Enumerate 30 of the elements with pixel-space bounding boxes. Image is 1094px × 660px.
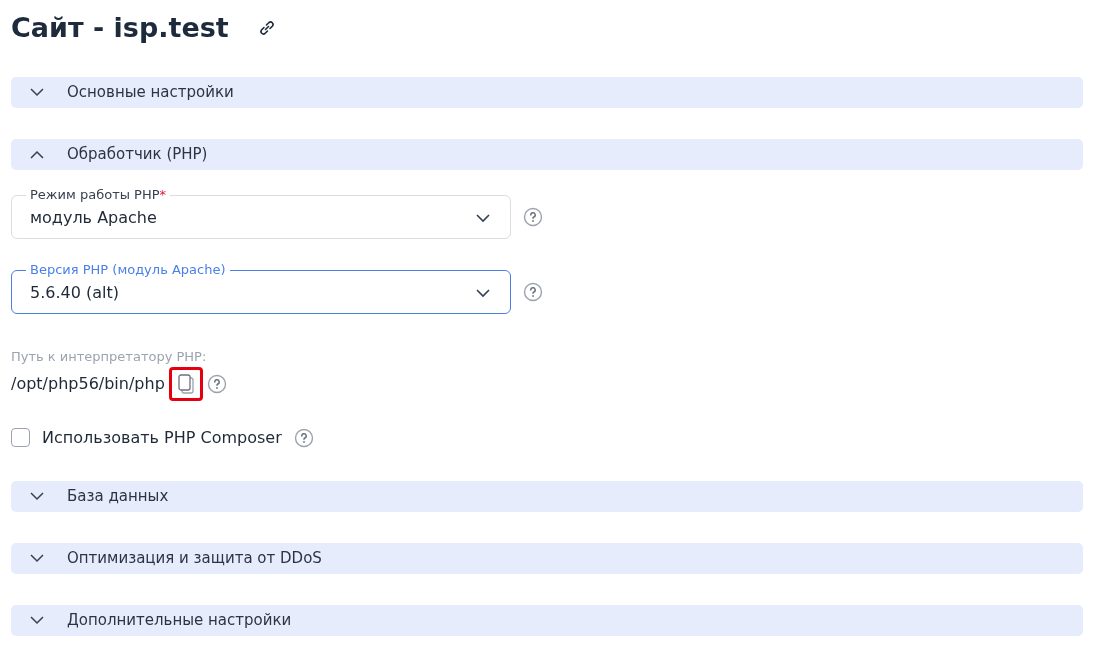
select-value: модуль Apache bbox=[30, 207, 157, 229]
chevron-icon bbox=[30, 88, 44, 97]
copy-button[interactable] bbox=[168, 366, 203, 401]
chevron-icon bbox=[476, 288, 490, 298]
chevron-icon bbox=[30, 615, 44, 625]
section-header[interactable]: Основные настройки bbox=[11, 77, 1083, 108]
field-label: Режим работы PHP bbox=[30, 187, 160, 202]
chevron-icon bbox=[476, 213, 490, 223]
help-icon[interactable] bbox=[523, 207, 543, 227]
help-icon[interactable] bbox=[523, 282, 543, 302]
help-icon[interactable] bbox=[293, 427, 314, 448]
path-value: /opt/php56/bin/php bbox=[11, 372, 165, 395]
page-title: Сайт - isp.test bbox=[11, 10, 229, 45]
help-icon[interactable] bbox=[206, 373, 227, 394]
section-header[interactable]: Оптимизация и защита от DDoS bbox=[11, 542, 1083, 574]
chevron-icon bbox=[30, 553, 44, 563]
required-mark: * bbox=[159, 187, 167, 202]
chevron-icon bbox=[30, 150, 44, 159]
copy-icon bbox=[177, 373, 194, 394]
checkbox-label: Использовать PHP Composer bbox=[42, 426, 282, 449]
select-value: 5.6.40 (alt) bbox=[30, 282, 119, 304]
chevron-icon bbox=[30, 491, 44, 501]
section-header[interactable]: Дополнительные настройки bbox=[11, 604, 1083, 636]
select-field[interactable]: Режим работы PHP* модуль Apache bbox=[11, 186, 511, 239]
field-label: Путь к интерпретатору PHP: bbox=[11, 348, 208, 366]
section-header[interactable]: База данных bbox=[11, 480, 1083, 512]
field-label: Версия PHP (модуль Apache) bbox=[30, 262, 226, 277]
section-header[interactable]: Обработчик (PHP) bbox=[11, 139, 1083, 170]
select-field[interactable]: Версия PHP (модуль Apache) 5.6.40 (alt) bbox=[11, 261, 511, 314]
checkbox[interactable] bbox=[11, 428, 30, 447]
